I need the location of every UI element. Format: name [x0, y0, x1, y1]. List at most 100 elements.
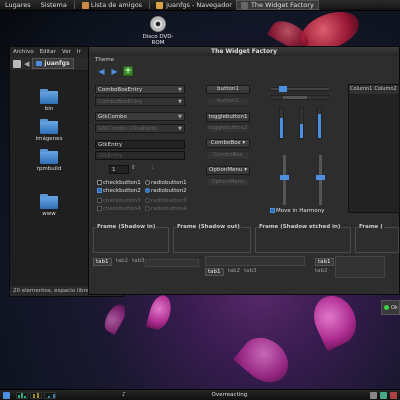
progress-fill: [280, 118, 283, 138]
radio-icon: [145, 198, 150, 203]
system-monitor[interactable]: [13, 391, 59, 399]
spin-button[interactable]: 1: [109, 165, 129, 174]
checkbutton2[interactable]: checkbutton2: [97, 188, 141, 194]
frame-label: Frame (: [358, 224, 384, 230]
notebook-page-a: [145, 259, 199, 267]
vscale-1[interactable]: [283, 155, 286, 205]
back-arrow-icon[interactable]: ◀: [24, 60, 29, 68]
tree-view[interactable]: Column1 Column2: [348, 84, 400, 213]
togglebutton1[interactable]: togglebutton1: [206, 113, 250, 122]
add-icon[interactable]: +: [123, 66, 133, 76]
system-menu[interactable]: Sistema: [36, 1, 72, 9]
menu-ir[interactable]: Ir: [74, 49, 84, 55]
tab-2[interactable]: tab2: [315, 268, 334, 274]
folder-item-www[interactable]: www: [29, 194, 69, 217]
tab-3[interactable]: tab3: [132, 258, 145, 266]
tray-icon[interactable]: [380, 391, 387, 399]
vscale-1-handle[interactable]: [280, 175, 289, 180]
wf-toolbar: ◀ ▶ +: [89, 64, 399, 78]
folder-item-bin[interactable]: bin: [29, 89, 69, 112]
tray-icon[interactable]: [370, 391, 377, 399]
buddy-list-launcher[interactable]: Lista de amigos: [77, 1, 147, 9]
volume-icon[interactable]: ♪: [119, 392, 129, 398]
progress-fill: [300, 124, 303, 138]
combobox[interactable]: ComboBox ▾: [206, 139, 250, 148]
forward-arrow-icon[interactable]: ▶: [110, 67, 119, 76]
tab-1[interactable]: tab1: [93, 258, 112, 266]
radiobutton2[interactable]: radiobutton2: [145, 188, 187, 194]
folder-icon: [40, 194, 58, 209]
progress-bar-vertical: [279, 107, 284, 139]
tray-icon[interactable]: [390, 391, 397, 399]
back-arrow-icon[interactable]: ◀: [97, 67, 106, 76]
edit-icon[interactable]: [13, 59, 21, 68]
folder-item-rpmbuild[interactable]: rpmbuild: [29, 149, 69, 172]
spin-arrows-icon[interactable]: ⇕: [131, 165, 136, 171]
taskbar-button-file-manager[interactable]: juanfgs - Navegador: [152, 0, 236, 10]
checkbutton1[interactable]: checkbutton1: [97, 180, 141, 186]
move-in-harmony-check[interactable]: Move in Harmony: [270, 208, 324, 214]
gtkentry[interactable]: GtkEntry: [95, 140, 185, 149]
column-header[interactable]: Column2: [373, 85, 397, 94]
vscale-2-handle[interactable]: [316, 175, 325, 180]
media-player-status[interactable]: Overreacting: [209, 392, 251, 398]
flower-decoration: [232, 328, 298, 392]
widget-factory-window: The Widget Factory Theme ◀ ▶ + ComboBoxE…: [88, 46, 400, 295]
mem-graph: [30, 391, 42, 399]
tab-2[interactable]: tab2: [116, 258, 129, 266]
bottom-panel: ♪ Overreacting: [0, 389, 400, 400]
path-label: juanfgs: [44, 60, 70, 67]
folder-item-imagenes[interactable]: imágenes: [29, 119, 69, 142]
gtkcombo[interactable]: GtkCombo ▼: [95, 112, 185, 121]
chat-icon: [81, 1, 89, 9]
comboboxentry[interactable]: ComboBoxEntry ▼: [95, 85, 185, 94]
button1[interactable]: button1: [206, 85, 250, 94]
frame-partial: Frame (: [355, 224, 399, 253]
desktop-icon: [3, 391, 10, 399]
comboboxentry-value: ComboBoxEntry: [98, 87, 143, 93]
tab-1[interactable]: tab1: [315, 258, 334, 266]
menu-editar[interactable]: Editar: [37, 49, 59, 55]
combobox-disabled: ComboBox: [206, 151, 250, 160]
ok-button[interactable]: Ok: [381, 300, 400, 315]
theme-menu[interactable]: Theme: [89, 56, 399, 64]
optionmenu[interactable]: OptionMenu ▾: [206, 166, 250, 175]
progress-fill: [318, 114, 321, 138]
chevron-down-icon: ▼: [178, 114, 182, 120]
frame-label: Frame (Shadow etched in): [258, 224, 342, 230]
radio-selected-icon: [145, 188, 150, 193]
menu-ver[interactable]: Ver: [59, 49, 74, 55]
menu-archivo[interactable]: Archivo: [10, 49, 37, 55]
places-menu[interactable]: Lugares: [0, 1, 36, 9]
path-button[interactable]: juanfgs: [32, 58, 74, 69]
tab-1[interactable]: tab1: [205, 268, 224, 276]
folder-icon: [40, 119, 58, 134]
column-header[interactable]: Column1: [349, 85, 373, 94]
hscale[interactable]: [270, 86, 330, 92]
radio-icon: [145, 180, 150, 185]
status-dot-icon: [384, 305, 389, 310]
optionmenu-disabled: OptionMenu: [206, 178, 250, 187]
vscale-2[interactable]: [319, 155, 322, 205]
scrollbar-thumb[interactable]: [283, 96, 307, 99]
hscrollbar[interactable]: [270, 95, 330, 100]
checkbutton2-label: checkbutton2: [103, 188, 141, 194]
checkbox-checked-icon: [270, 208, 275, 213]
checkbox-icon: [97, 206, 102, 211]
combobox-label: ComboBox: [210, 140, 241, 146]
tab-2[interactable]: tab2: [228, 268, 241, 276]
chevron-down-icon: ▼: [178, 126, 182, 132]
scale-handle[interactable]: [279, 86, 287, 92]
radio-icon: [145, 206, 150, 211]
taskbar-button-widget-factory[interactable]: The Widget Factory: [235, 0, 319, 10]
notebook-tabs-a: tab1 tab2 tab3: [93, 258, 145, 266]
frame-shadow-out: Frame (Shadow out): [173, 224, 251, 253]
tab-3[interactable]: tab3: [244, 268, 257, 276]
show-desktop-button[interactable]: [0, 391, 13, 399]
chevron-down-icon: ▾: [244, 167, 247, 173]
radiobutton1[interactable]: radiobutton1: [145, 180, 187, 186]
folder-label: www: [42, 211, 56, 217]
tree-header: Column1 Column2: [349, 85, 399, 94]
notebook-tabs-b: tab1 tab2 tab3: [205, 268, 257, 276]
top-panel: Lugares Sistema Lista de amigos juanfgs …: [0, 0, 400, 11]
